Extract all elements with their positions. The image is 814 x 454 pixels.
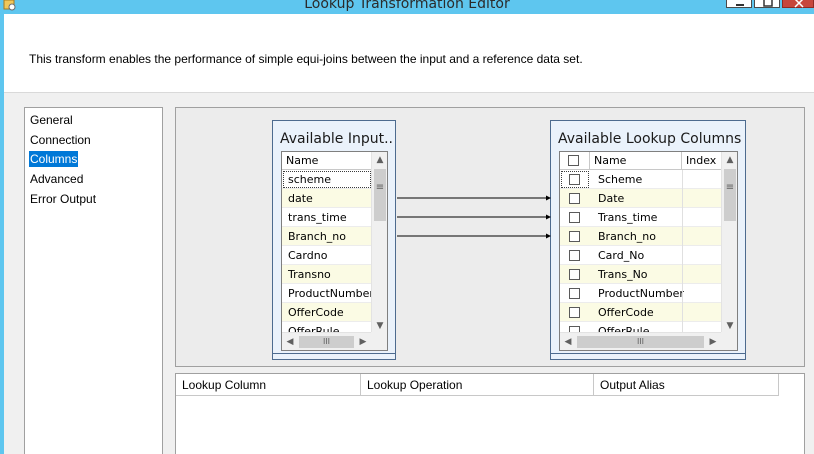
lookup-column-header[interactable]: Lookup Column: [176, 374, 361, 396]
lookup-operation-header[interactable]: Lookup Operation: [361, 374, 594, 396]
output-alias-header[interactable]: Output Alias: [594, 374, 779, 396]
mapping-date-to-date[interactable]: [397, 195, 551, 201]
mapping-trans-time-to-trans-time[interactable]: [397, 214, 551, 220]
mapping-branch-no-to-branch-no[interactable]: [397, 233, 551, 239]
lookup-output-grid[interactable]: Lookup Column Lookup Operation Output Al…: [175, 373, 805, 454]
